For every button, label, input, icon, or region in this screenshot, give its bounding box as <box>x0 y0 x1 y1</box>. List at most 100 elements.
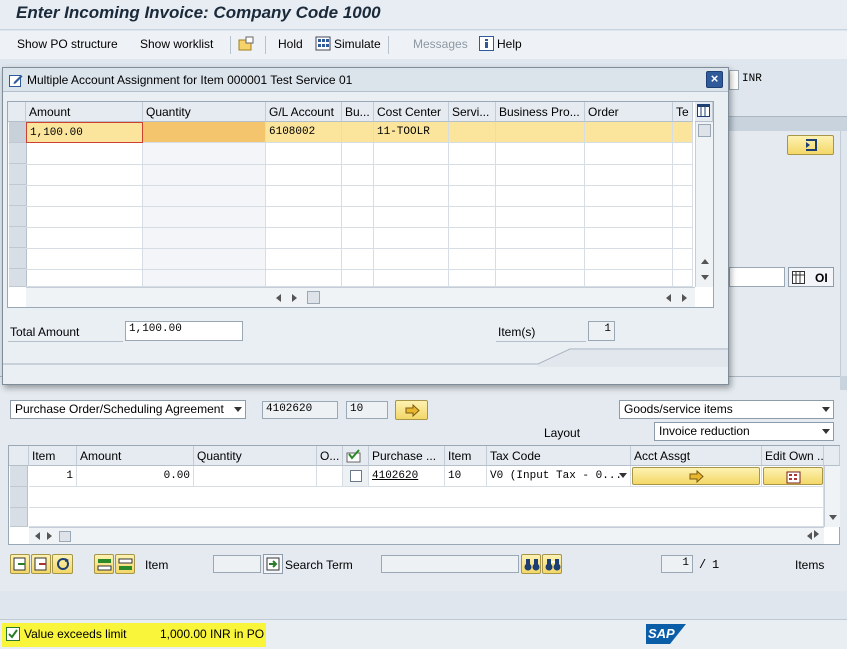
vertical-scrollbar[interactable] <box>824 466 840 527</box>
layout-select[interactable]: Invoice reduction <box>654 422 834 441</box>
col-check[interactable] <box>343 446 369 466</box>
scroll-thumb[interactable] <box>59 531 71 542</box>
row-selector[interactable] <box>9 122 27 143</box>
business-area-cell[interactable] <box>342 122 374 143</box>
search-term-field[interactable] <box>381 555 519 573</box>
vertical-scrollbar[interactable] <box>695 122 713 287</box>
col-quantity[interactable]: Quantity <box>143 102 266 122</box>
page-current-field[interactable]: 1 <box>661 555 693 573</box>
row-selector[interactable] <box>9 164 27 185</box>
amount-cell[interactable]: 0.00 <box>77 466 194 487</box>
col-amount[interactable]: Amount <box>77 446 194 466</box>
quantity-cell[interactable] <box>143 122 266 143</box>
row-selector[interactable] <box>9 143 27 164</box>
col-amount[interactable]: Amount <box>26 102 143 122</box>
transfer-po-button[interactable] <box>395 400 428 420</box>
service-cell[interactable] <box>449 122 496 143</box>
scroll-thumb[interactable] <box>698 124 711 137</box>
po-item-field[interactable]: 10 <box>346 401 388 419</box>
col-edit-own[interactable]: Edit Own ... <box>762 446 824 466</box>
refresh-button[interactable] <box>52 554 73 574</box>
select-all-button[interactable] <box>10 554 30 574</box>
select-all-header[interactable] <box>9 446 29 466</box>
help-button[interactable]: Help <box>497 37 522 51</box>
horizontal-scrollbar[interactable] <box>29 527 824 544</box>
row-selector[interactable] <box>9 185 27 206</box>
tax-cell[interactable] <box>673 122 693 143</box>
find-next-button[interactable] <box>542 554 562 574</box>
hold-folder-icon[interactable] <box>238 36 254 52</box>
col-purchase-order[interactable]: Purchase ... <box>369 446 445 466</box>
scroll-right-icon[interactable] <box>47 532 52 540</box>
col-business-process[interactable]: Business Pro... <box>496 102 585 122</box>
open-items-button[interactable]: OI <box>788 267 834 287</box>
item-search-field[interactable] <box>213 555 261 573</box>
goto-item-button[interactable] <box>263 554 283 574</box>
row-selector[interactable] <box>9 206 27 227</box>
order-cell[interactable] <box>585 122 673 143</box>
find-button[interactable] <box>521 554 541 574</box>
table-settings-corner[interactable] <box>824 446 840 466</box>
tax-code-select[interactable]: V0 (Input Tax - 0... <box>487 466 631 487</box>
oi-field[interactable] <box>729 267 785 287</box>
col-order[interactable]: Order <box>585 102 673 122</box>
show-worklist-button[interactable]: Show worklist <box>140 37 213 51</box>
col-tax[interactable]: Te <box>673 102 693 122</box>
scroll-left-icon[interactable] <box>35 532 40 540</box>
close-icon[interactable]: × <box>706 71 723 88</box>
account-assignment-button[interactable] <box>632 467 760 485</box>
scroll-thumb[interactable] <box>307 291 320 304</box>
hold-button[interactable]: Hold <box>278 37 303 51</box>
scroll-right-icon[interactable] <box>292 294 297 302</box>
col-tax-code[interactable]: Tax Code <box>487 446 631 466</box>
row-selector[interactable] <box>10 487 28 508</box>
goods-service-select[interactable]: Goods/service items <box>619 400 834 419</box>
col-o[interactable]: O... <box>317 446 343 466</box>
delete-row-button[interactable] <box>115 554 135 574</box>
row-selector[interactable] <box>9 227 27 248</box>
business-process-cell[interactable] <box>496 122 585 143</box>
col-po-item[interactable]: Item <box>445 446 487 466</box>
col-item[interactable]: Item <box>29 446 77 466</box>
insert-row-button[interactable] <box>94 554 114 574</box>
scroll-down-icon[interactable] <box>829 515 837 520</box>
show-po-structure-button[interactable]: Show PO structure <box>17 37 118 51</box>
select-all-header[interactable] <box>8 102 26 122</box>
horizontal-scrollbar[interactable] <box>26 287 695 307</box>
col-business-area[interactable]: Bu... <box>342 102 374 122</box>
col-cost-center[interactable]: Cost Center <box>374 102 449 122</box>
currency-field[interactable] <box>729 70 739 90</box>
chevron-down-icon <box>822 407 830 412</box>
row-selector[interactable] <box>9 269 27 287</box>
item-checkbox[interactable] <box>350 470 362 482</box>
cost-center-cell[interactable]: 11-TOOLR <box>374 122 449 143</box>
gl-account-cell[interactable]: 6108002 <box>266 122 342 143</box>
reference-document-type-select[interactable]: Purchase Order/Scheduling Agreement <box>10 400 246 419</box>
messages-button[interactable]: Messages <box>413 37 468 51</box>
simulate-button[interactable]: Simulate <box>334 37 381 51</box>
edit-own-text-button[interactable] <box>763 467 823 485</box>
table-settings-button[interactable] <box>695 102 713 122</box>
purchase-order-link[interactable]: 4102620 <box>369 466 445 487</box>
scroll-down-icon[interactable] <box>701 275 709 280</box>
details-button[interactable] <box>787 135 834 155</box>
row-selector[interactable] <box>10 508 28 527</box>
row-selector[interactable] <box>10 466 28 487</box>
status-message[interactable]: Value exceeds limit <box>24 627 127 641</box>
quantity-cell[interactable] <box>194 466 317 487</box>
scroll-left-icon[interactable] <box>276 294 281 302</box>
col-quantity[interactable]: Quantity <box>194 446 317 466</box>
status-detail: 1,000.00 INR in PO <box>160 627 265 641</box>
scroll-right-icon[interactable] <box>814 530 819 538</box>
scroll-up-icon[interactable] <box>701 259 709 264</box>
col-acct-assgt[interactable]: Acct Assgt <box>631 446 762 466</box>
col-service[interactable]: Servi... <box>449 102 496 122</box>
po-number-field[interactable]: 4102620 <box>262 401 338 419</box>
col-gl-account[interactable]: G/L Account <box>266 102 342 122</box>
scroll-right-icon[interactable] <box>682 294 687 302</box>
scroll-left-icon[interactable] <box>807 532 812 540</box>
scroll-left-icon[interactable] <box>666 294 671 302</box>
amount-cell[interactable]: 1,100.00 <box>26 122 143 143</box>
row-selector[interactable] <box>9 248 27 269</box>
deselect-all-button[interactable] <box>31 554 51 574</box>
